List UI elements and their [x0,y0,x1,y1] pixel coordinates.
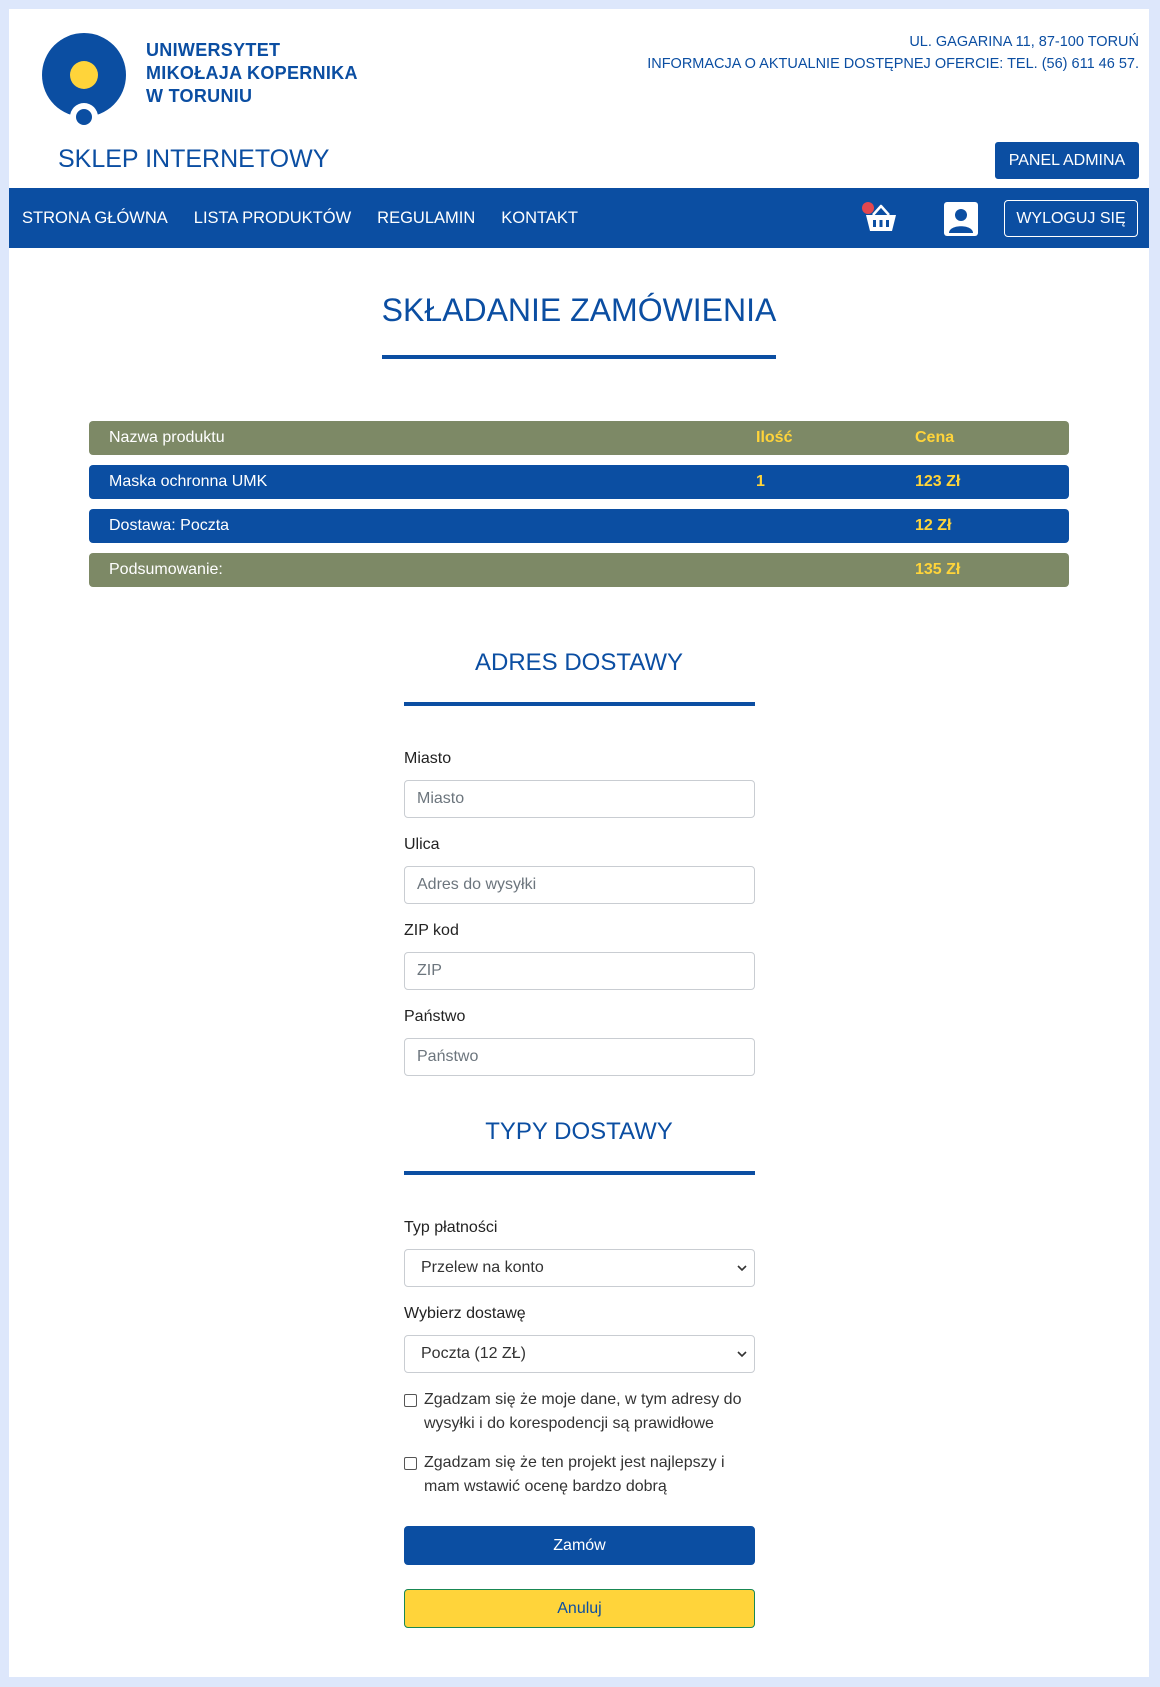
street-label: Ulica [404,836,440,853]
admin-panel-button[interactable]: PANEL ADMINA [995,142,1139,179]
order-button[interactable]: Zamów [404,1526,755,1565]
title-underline [382,355,776,359]
consent-grade-label[interactable]: Zgadzam się że ten projekt jest najlepsz… [424,1451,754,1499]
nav-link-contact[interactable]: KONTAKT [501,209,578,228]
zip-label: ZIP kod [404,922,459,939]
delivery-type-select[interactable]: Poczta (12 ZŁ) [404,1335,755,1373]
street-input[interactable] [404,866,755,904]
page-title: SKŁADANIE ZAMÓWIENIA [381,292,777,328]
delivery-type-value: Poczta (12 ZŁ) [421,1345,526,1362]
table-summary-row: Podsumowanie: 135 Zł [89,553,1069,587]
address-section-title: ADRES DOSTAWY [474,649,684,676]
table-row: Maska ochronna UMK 1 123 Zł [89,465,1069,499]
basket-icon[interactable] [861,198,901,238]
delivery-section-title: TYPY DOSTAWY [485,1118,673,1145]
nav-link-terms[interactable]: REGULAMIN [377,209,475,228]
delivery-underline [404,1171,755,1175]
delivery-type-label: Wybierz dostawę [404,1305,526,1322]
table-header-row: Nazwa produktu Ilość Cena [89,421,1069,455]
payment-type-value: Przelew na konto [421,1259,544,1276]
nav-link-products[interactable]: LISTA PRODUKTÓW [194,209,351,228]
nav-links: STRONA GŁÓWNA LISTA PRODUKTÓW REGULAMIN … [22,188,578,248]
country-label: Państwo [404,1008,466,1025]
nav-link-home[interactable]: STRONA GŁÓWNA [22,209,168,228]
consent-grade-row: Zgadzam się że ten projekt jest najlepsz… [404,1451,755,1499]
city-input[interactable] [404,780,755,818]
university-logo-icon [42,33,126,131]
page: UNIWERSYTET MIKOŁAJA KOPERNIKA W TORUNIU… [9,9,1149,1677]
payment-type-label: Typ płatności [404,1219,498,1236]
consent-data-label[interactable]: Zgadzam się że moje dane, w tym adresy d… [424,1388,754,1436]
address-text: UL. GAGARINA 11, 87-100 TORUŃ [909,34,1139,50]
offer-info-text: INFORMACJA O AKTUALNIE DOSTĘPNEJ OFERCIE… [647,56,1139,72]
user-icon[interactable] [943,201,979,237]
university-name: UNIWERSYTET MIKOŁAJA KOPERNIKA W TORUNIU [146,40,358,106]
contact-info: UL. GAGARINA 11, 87-100 TORUŃ INFORMACJA… [647,31,1139,75]
table-row: Dostawa: Poczta 12 Zł [89,509,1069,543]
cancel-button[interactable]: Anuluj [404,1589,755,1628]
payment-type-select[interactable]: Przelew na konto [404,1249,755,1287]
logout-button[interactable]: WYLOGUJ SIĘ [1004,200,1138,237]
consent-data-row: Zgadzam się że moje dane, w tym adresy d… [404,1388,755,1436]
navbar: STRONA GŁÓWNA LISTA PRODUKTÓW REGULAMIN … [9,188,1149,248]
chevron-down-icon [737,1265,747,1272]
address-underline [404,702,755,706]
chevron-down-icon [737,1351,747,1358]
consent-grade-checkbox[interactable] [404,1457,417,1470]
cart-badge [862,202,874,214]
shop-title[interactable]: SKLEP INTERNETOWY [58,145,329,174]
zip-input[interactable] [404,952,755,990]
country-input[interactable] [404,1038,755,1076]
city-label: Miasto [404,750,452,767]
consent-data-checkbox[interactable] [404,1394,417,1407]
